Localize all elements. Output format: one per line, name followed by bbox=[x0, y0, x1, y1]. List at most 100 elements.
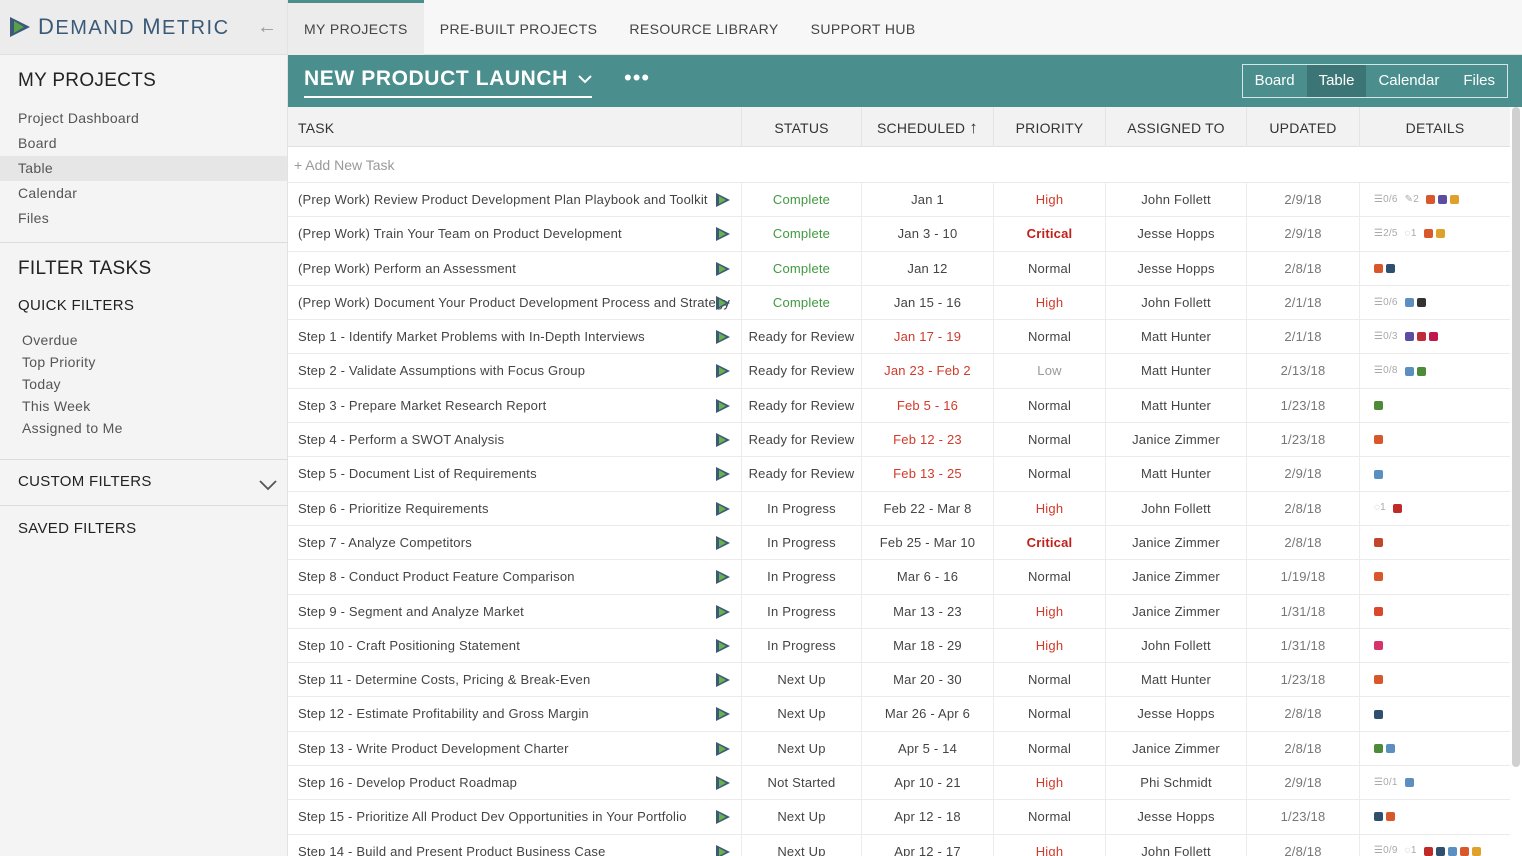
sidebar-link-calendar[interactable]: Calendar bbox=[0, 181, 287, 206]
details-cell[interactable] bbox=[1360, 423, 1510, 456]
scheduled-cell[interactable]: Apr 12 - 18 bbox=[862, 800, 994, 834]
scheduled-cell[interactable]: Jan 15 - 16 bbox=[862, 285, 994, 320]
status-cell[interactable]: Not Started bbox=[742, 766, 862, 800]
details-cell[interactable] bbox=[1360, 629, 1510, 662]
assigned-to-cell[interactable]: Jesse Hopps bbox=[1106, 251, 1247, 285]
details-cell[interactable]: ☰2/5 ◌1 bbox=[1360, 217, 1510, 250]
open-task-icon[interactable] bbox=[715, 844, 731, 856]
sidebar-link-files[interactable]: Files bbox=[0, 206, 287, 231]
scheduled-cell[interactable]: Mar 18 - 29 bbox=[862, 628, 994, 663]
view-calendar-button[interactable]: Calendar bbox=[1366, 65, 1451, 97]
details-cell[interactable] bbox=[1360, 663, 1510, 696]
assigned-to-cell[interactable]: Matt Hunter bbox=[1106, 354, 1247, 388]
details-cell[interactable] bbox=[1360, 800, 1510, 833]
task-cell[interactable]: Step 7 - Analyze Competitors bbox=[288, 525, 742, 560]
status-cell[interactable]: Ready for Review bbox=[742, 457, 862, 491]
task-cell[interactable]: Step 1 - Identify Market Problems with I… bbox=[288, 320, 742, 354]
header-task[interactable]: TASK bbox=[288, 107, 742, 147]
priority-cell[interactable]: High bbox=[994, 594, 1106, 628]
open-task-icon[interactable] bbox=[715, 466, 731, 482]
topnav-resource-library[interactable]: RESOURCE LIBRARY bbox=[613, 0, 794, 55]
status-cell[interactable]: Next Up bbox=[742, 800, 862, 834]
header-priority[interactable]: PRIORITY bbox=[994, 107, 1106, 147]
open-task-icon[interactable] bbox=[715, 192, 731, 208]
assigned-to-cell[interactable]: Janice Zimmer bbox=[1106, 560, 1247, 594]
task-cell[interactable]: Step 5 - Document List of Requirements bbox=[288, 457, 742, 491]
status-cell[interactable]: Next Up bbox=[742, 834, 862, 856]
topnav-support-hub[interactable]: SUPPORT HUB bbox=[795, 0, 932, 55]
status-cell[interactable]: Ready for Review bbox=[742, 388, 862, 423]
details-cell[interactable]: ☰0/8 bbox=[1360, 354, 1510, 387]
more-options-icon[interactable]: ••• bbox=[624, 65, 650, 91]
priority-cell[interactable]: High bbox=[994, 285, 1106, 320]
status-cell[interactable]: Next Up bbox=[742, 663, 862, 697]
table-row[interactable]: Step 10 - Craft Positioning Statement In… bbox=[288, 628, 1510, 664]
status-cell[interactable]: In Progress bbox=[742, 594, 862, 628]
assigned-to-cell[interactable]: Phi Schmidt bbox=[1106, 766, 1247, 800]
table-row[interactable]: Step 8 - Conduct Product Feature Compari… bbox=[288, 560, 1510, 595]
quick-filter-top-priority[interactable]: Top Priority bbox=[0, 351, 287, 373]
table-row[interactable]: (Prep Work) Perform an Assessment Comple… bbox=[288, 251, 1510, 286]
scheduled-cell[interactable]: Feb 25 - Mar 10 bbox=[862, 525, 994, 560]
scheduled-cell[interactable]: Feb 12 - 23 bbox=[862, 423, 994, 457]
saved-filters-toggle[interactable]: SAVED FILTERS bbox=[18, 520, 136, 537]
quick-filter-this-week[interactable]: This Week bbox=[0, 395, 287, 417]
scheduled-cell[interactable]: Mar 26 - Apr 6 bbox=[862, 697, 994, 731]
scheduled-cell[interactable]: Apr 12 - 17 bbox=[862, 834, 994, 856]
topnav-pre-built-projects[interactable]: PRE-BUILT PROJECTS bbox=[424, 0, 614, 55]
assigned-to-cell[interactable]: Jesse Hopps bbox=[1106, 800, 1247, 834]
table-row[interactable]: Step 15 - Prioritize All Product Dev Opp… bbox=[288, 800, 1510, 835]
table-row[interactable]: Step 7 - Analyze Competitors In Progress… bbox=[288, 525, 1510, 561]
assigned-to-cell[interactable]: Matt Hunter bbox=[1106, 663, 1247, 697]
table-row[interactable]: Step 4 - Perform a SWOT Analysis Ready f… bbox=[288, 423, 1510, 458]
scheduled-cell[interactable]: Jan 17 - 19 bbox=[862, 320, 994, 354]
header-updated[interactable]: UPDATED bbox=[1247, 107, 1360, 147]
details-cell[interactable] bbox=[1360, 595, 1510, 628]
status-cell[interactable]: Complete bbox=[742, 217, 862, 251]
details-cell[interactable]: ☰0/9 ◌1 bbox=[1360, 835, 1510, 856]
view-board-button[interactable]: Board bbox=[1243, 65, 1307, 97]
task-cell[interactable]: (Prep Work) Train Your Team on Product D… bbox=[288, 217, 742, 251]
details-cell[interactable] bbox=[1360, 252, 1510, 285]
scheduled-cell[interactable]: Feb 13 - 25 bbox=[862, 457, 994, 491]
details-cell[interactable] bbox=[1360, 732, 1510, 765]
task-cell[interactable]: Step 15 - Prioritize All Product Dev Opp… bbox=[288, 800, 742, 834]
table-row[interactable]: Step 13 - Write Product Development Char… bbox=[288, 731, 1510, 767]
sidebar-link-project-dashboard[interactable]: Project Dashboard bbox=[0, 106, 287, 131]
status-cell[interactable]: Ready for Review bbox=[742, 320, 862, 354]
priority-cell[interactable]: Normal bbox=[994, 697, 1106, 731]
table-row[interactable]: Step 5 - Document List of Requirements R… bbox=[288, 457, 1510, 492]
assigned-to-cell[interactable]: Janice Zimmer bbox=[1106, 423, 1247, 457]
open-task-icon[interactable] bbox=[715, 432, 731, 448]
status-cell[interactable]: In Progress bbox=[742, 491, 862, 525]
scheduled-cell[interactable]: Apr 5 - 14 bbox=[862, 731, 994, 766]
table-row[interactable]: Step 12 - Estimate Profitability and Gro… bbox=[288, 697, 1510, 732]
open-task-icon[interactable] bbox=[715, 226, 731, 242]
view-table-button[interactable]: Table bbox=[1306, 65, 1367, 97]
open-task-icon[interactable] bbox=[715, 604, 731, 620]
open-task-icon[interactable] bbox=[715, 329, 731, 345]
scheduled-cell[interactable]: Mar 6 - 16 bbox=[862, 560, 994, 594]
scheduled-cell[interactable]: Jan 23 - Feb 2 bbox=[862, 354, 994, 388]
scheduled-cell[interactable]: Jan 12 bbox=[862, 251, 994, 285]
task-cell[interactable]: Step 6 - Prioritize Requirements bbox=[288, 491, 742, 525]
table-row[interactable]: (Prep Work) Review Product Development P… bbox=[288, 183, 1510, 218]
table-row[interactable]: Step 1 - Identify Market Problems with I… bbox=[288, 320, 1510, 355]
priority-cell[interactable]: Low bbox=[994, 354, 1106, 388]
assigned-to-cell[interactable]: Matt Hunter bbox=[1106, 388, 1247, 423]
details-cell[interactable] bbox=[1360, 389, 1510, 422]
scheduled-cell[interactable]: Feb 22 - Mar 8 bbox=[862, 491, 994, 525]
priority-cell[interactable]: Normal bbox=[994, 423, 1106, 457]
status-cell[interactable]: Complete bbox=[742, 251, 862, 285]
status-cell[interactable]: Complete bbox=[742, 183, 862, 217]
quick-filter-today[interactable]: Today bbox=[0, 373, 287, 395]
priority-cell[interactable]: High bbox=[994, 183, 1106, 217]
priority-cell[interactable]: High bbox=[994, 766, 1106, 800]
status-cell[interactable]: Ready for Review bbox=[742, 354, 862, 388]
header-status[interactable]: STATUS bbox=[742, 107, 862, 147]
details-cell[interactable]: ☰0/6 ✎2 bbox=[1360, 183, 1510, 216]
details-cell[interactable]: ☰0/6 bbox=[1360, 286, 1510, 319]
project-title-dropdown[interactable]: NEW PRODUCT LAUNCH bbox=[304, 67, 592, 98]
priority-cell[interactable]: Critical bbox=[994, 525, 1106, 560]
table-row[interactable]: (Prep Work) Train Your Team on Product D… bbox=[288, 217, 1510, 252]
